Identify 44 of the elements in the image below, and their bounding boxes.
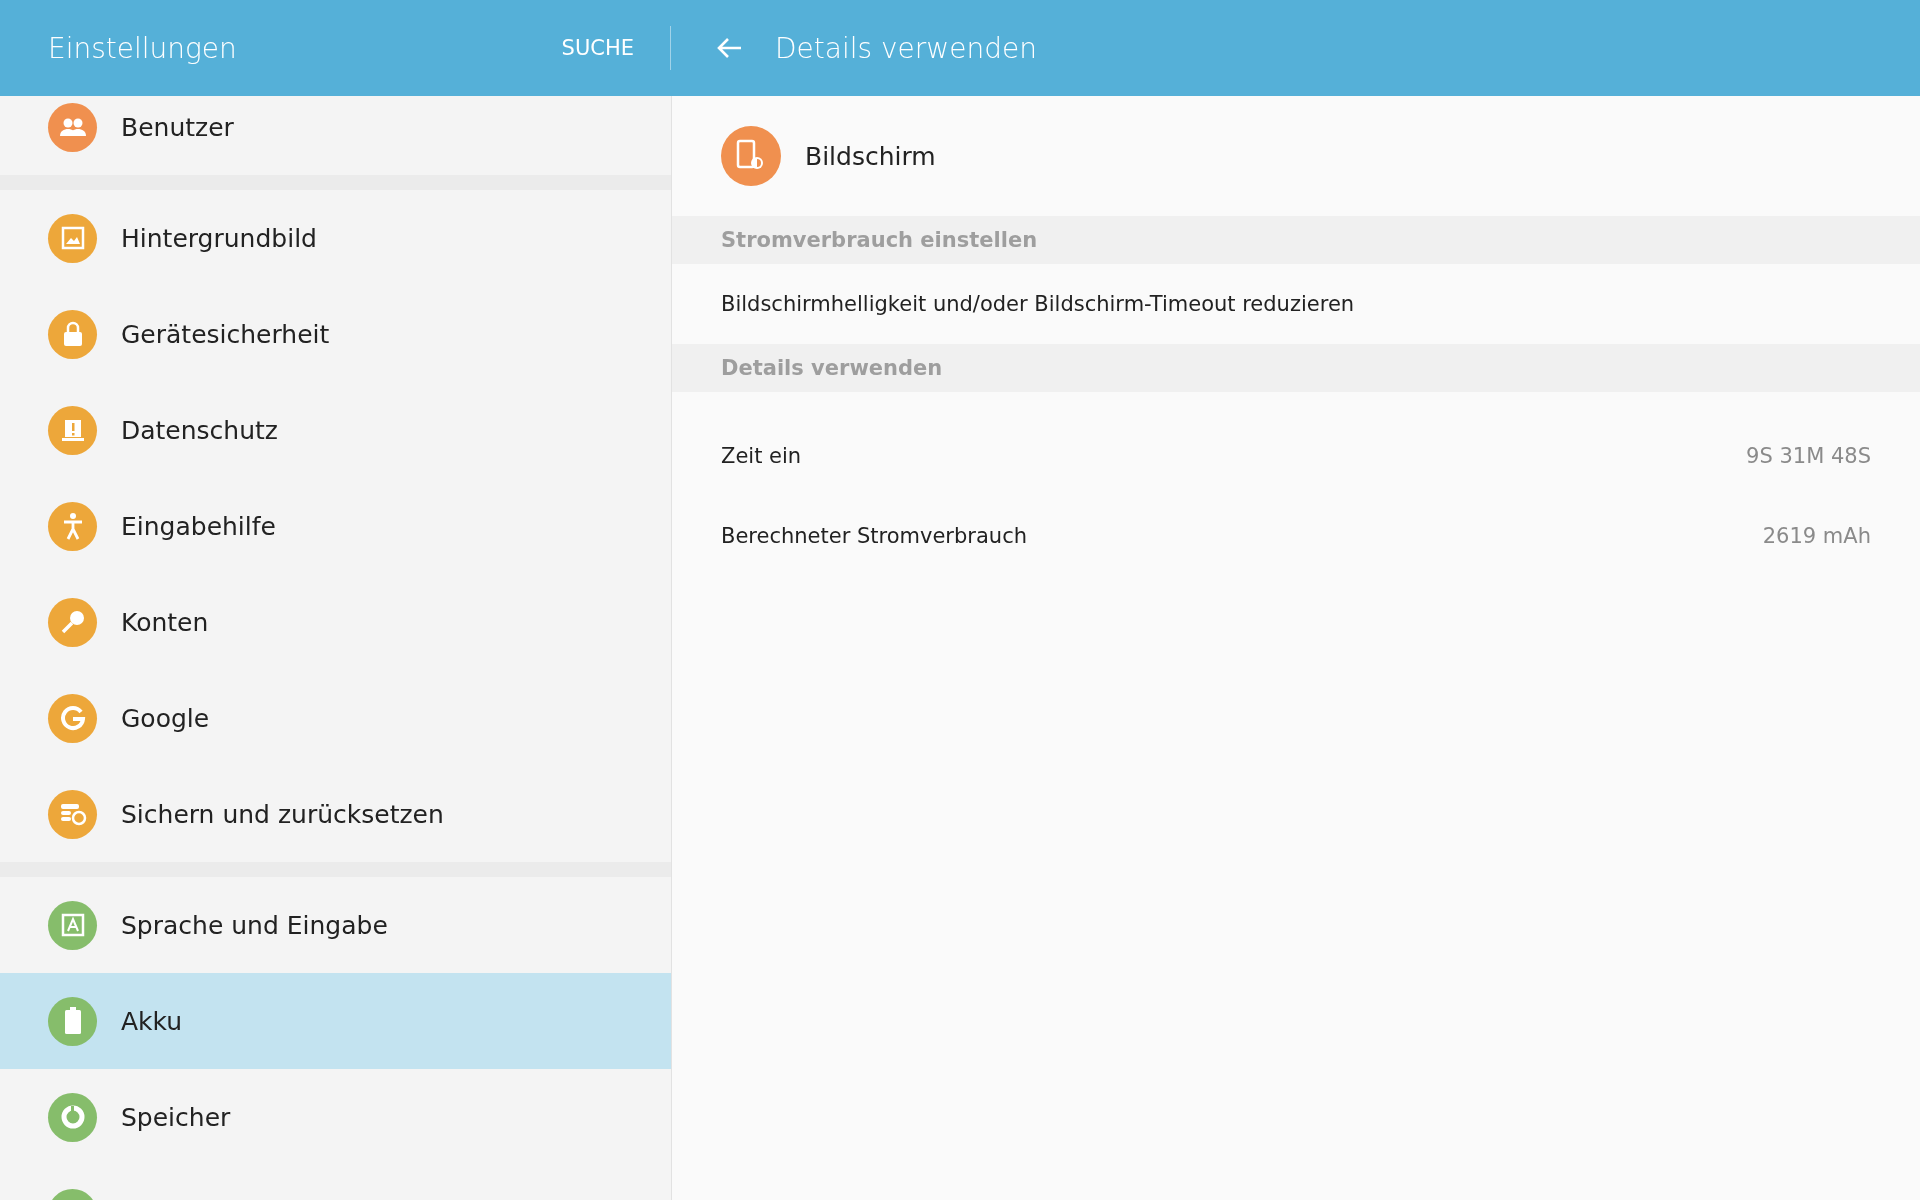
backup-icon	[58, 802, 87, 826]
settings-title: Einstellungen	[48, 31, 237, 65]
section-heading: Details verwenden	[672, 344, 1920, 392]
users-icon	[58, 116, 87, 138]
settings-item[interactable]: Akku	[0, 973, 671, 1069]
item-label: Akku	[121, 1006, 183, 1036]
settings-item[interactable]: Benutzer	[0, 96, 671, 175]
settings-item[interactable]: Speicher	[0, 1069, 671, 1165]
settings-item[interactable]: Eingabehilfe	[0, 478, 671, 574]
item-label: Speicher	[121, 1102, 231, 1132]
battery-icon	[63, 1007, 82, 1035]
section-heading: Stromverbrauch einstellen	[672, 216, 1920, 264]
item-label: Hintergrundbild	[121, 223, 317, 253]
g-letter-icon	[59, 705, 86, 731]
settings-item[interactable]: Konten	[0, 574, 671, 670]
settings-item[interactable]: Sprache und Eingabe	[0, 877, 671, 973]
image-icon	[60, 226, 85, 250]
app-name: Bildschirm	[805, 141, 936, 171]
item-label: Google	[121, 703, 210, 733]
alert-icon	[59, 418, 86, 442]
item-label: Benutzer	[121, 112, 234, 142]
pie-icon	[59, 1104, 86, 1130]
item-label: Eingabehilfe	[121, 511, 276, 541]
settings-item[interactable]: Hintergrundbild	[0, 190, 671, 286]
letter-a-icon	[60, 913, 85, 937]
lock-icon	[61, 321, 84, 347]
row-value: 2619 mAh	[1762, 524, 1871, 548]
item-label: Datenschutz	[121, 415, 278, 445]
key-icon	[59, 609, 86, 635]
item-label: Sprache und Eingabe	[121, 910, 388, 940]
row-label: Zeit ein	[721, 444, 802, 468]
item-label: Gerätesicherheit	[121, 319, 330, 349]
row-label: Berechneter Stromverbrauch	[721, 524, 1027, 548]
settings-item[interactable]: Sichern und zurücksetzen	[0, 766, 671, 862]
row-value: 9S 31M 48S	[1746, 444, 1871, 468]
row-label: Bildschirmhelligkeit und/oder Bildschirm-Timeout reduzieren	[721, 292, 1355, 316]
back-arrow-icon	[715, 36, 743, 60]
settings-item[interactable]: Google	[0, 670, 671, 766]
accessibility-icon	[61, 512, 84, 540]
settings-item[interactable]: Gerätesicherheit	[0, 286, 671, 382]
item-label: Sichern und zurücksetzen	[121, 799, 444, 829]
settings-item[interactable]: Datenschutz	[0, 382, 671, 478]
item-label: Konten	[121, 607, 209, 637]
detail-title: Details verwenden	[775, 31, 1037, 65]
